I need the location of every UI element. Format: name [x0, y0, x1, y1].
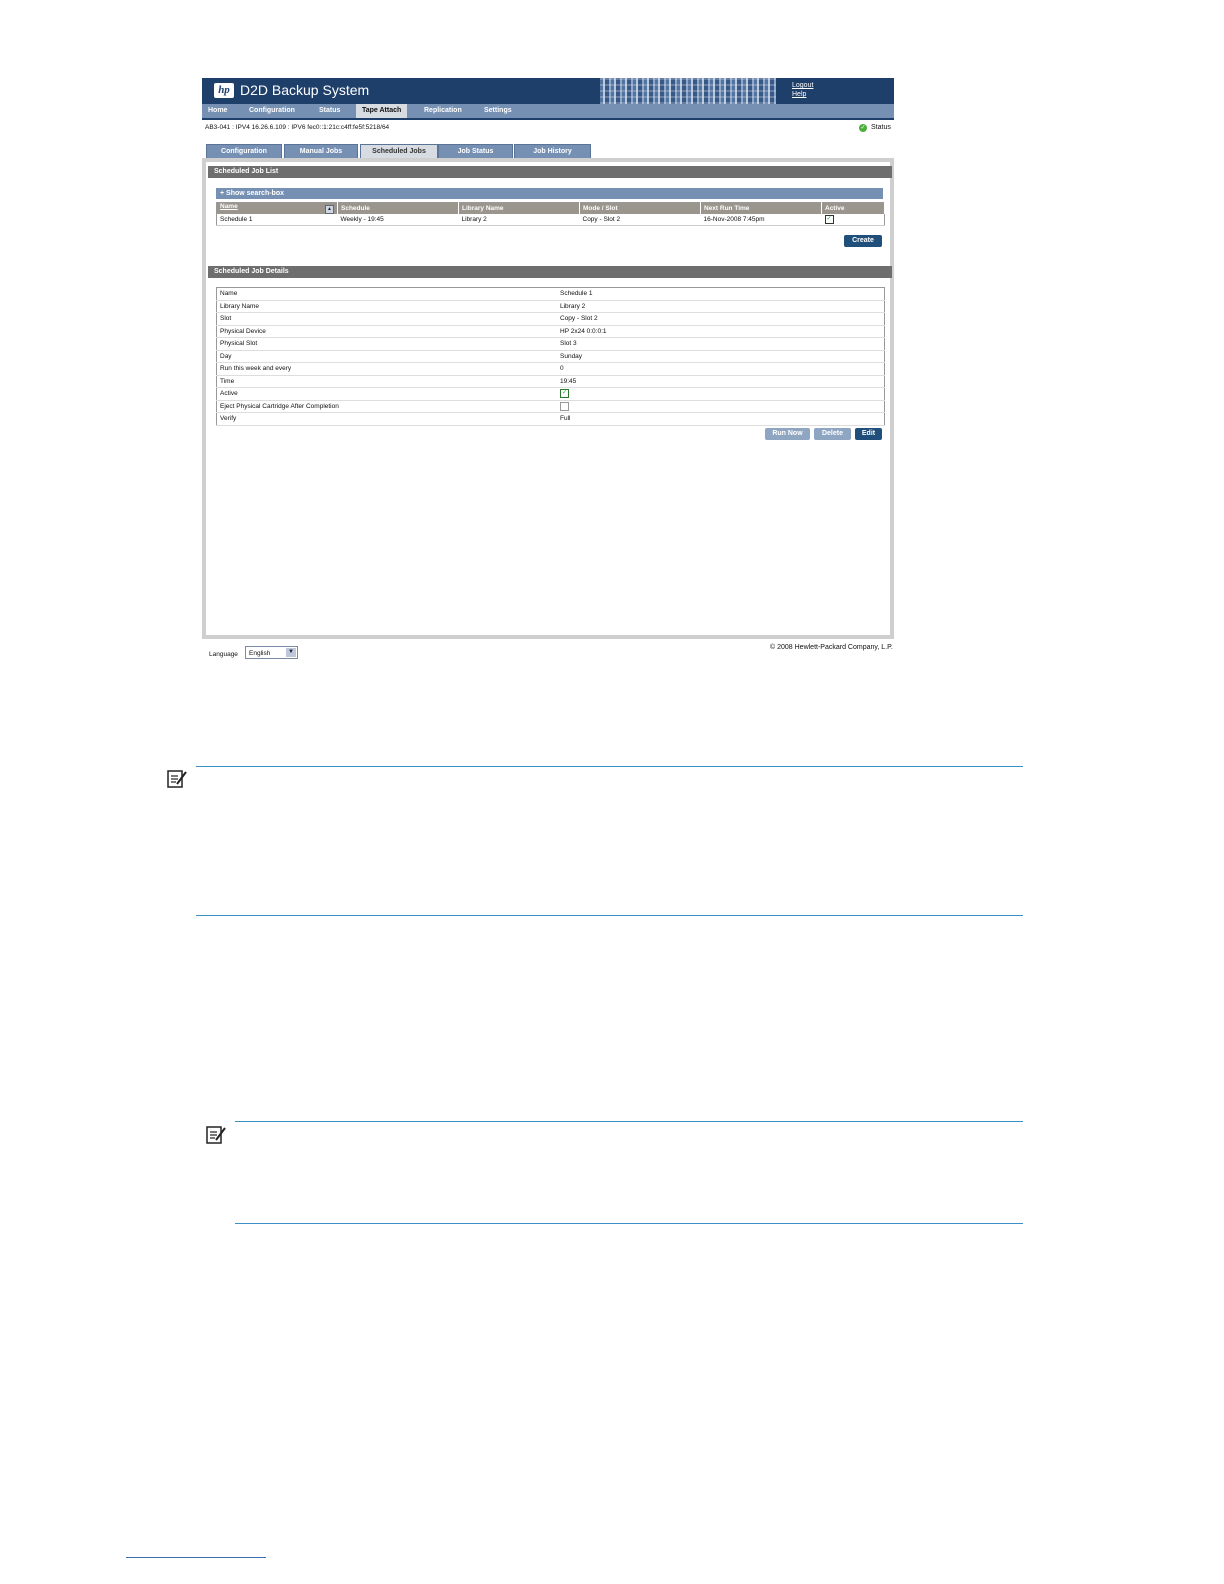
tab-scheduled-jobs[interactable]: Scheduled Jobs	[360, 144, 438, 158]
show-search-box-toggle[interactable]: + Show search-box	[216, 188, 883, 199]
d2d-app-window: hp D2D Backup System Logout Help Home Co…	[202, 78, 894, 662]
detail-label: Eject Physical Cartridge After Completio…	[216, 400, 557, 413]
detail-value: HP 2x24 0:0:0:1	[557, 325, 885, 338]
detail-label: Run this week and every	[216, 362, 557, 376]
note-icon	[206, 1126, 226, 1144]
hp-logo-icon: hp	[214, 83, 234, 98]
dropdown-arrow-icon[interactable]: ▼	[286, 648, 296, 657]
status-link[interactable]: Status	[871, 124, 891, 131]
note-icon	[167, 770, 187, 788]
job-list-section-title: Scheduled Job List	[208, 166, 892, 178]
detail-label: Library Name	[216, 300, 557, 313]
detail-value: Full	[557, 412, 885, 426]
tab-manual-jobs[interactable]: Manual Jobs	[284, 144, 358, 158]
note-rule-bottom	[196, 915, 1023, 916]
column-header-library-name: Library Name	[458, 202, 580, 214]
detail-label: Name	[216, 287, 557, 301]
detail-row: Name Schedule 1	[216, 287, 885, 301]
copyright-text: © 2008 Hewlett-Packard Company, L.P.	[770, 644, 893, 651]
column-header-next-run-time: Next Run Time	[700, 202, 822, 214]
language-select[interactable]: English ▼	[245, 646, 298, 659]
note-rule-top	[235, 1121, 1023, 1122]
detail-label: Active	[216, 387, 557, 401]
app-header: hp D2D Backup System Logout Help	[202, 78, 894, 104]
detail-row: Day Sunday	[216, 350, 885, 363]
detail-value: Sunday	[557, 350, 885, 363]
detail-label: Verify	[216, 412, 557, 426]
tab-configuration[interactable]: Configuration	[206, 144, 282, 158]
detail-row: Eject Physical Cartridge After Completio…	[216, 400, 885, 413]
job-details-table: Name Schedule 1 Library Name Library 2 Slo…	[216, 287, 885, 426]
column-header-schedule: Schedule	[337, 202, 459, 214]
job-details-section-title: Scheduled Job Details	[208, 266, 892, 278]
detail-label: Slot	[216, 312, 557, 326]
checkbox-checked-icon: ✓	[824, 215, 834, 224]
scheduled-job-table: Name ▲ Schedule Library Name Mode / Slot…	[216, 202, 885, 226]
note-rule-bottom	[235, 1223, 1023, 1224]
menu-status[interactable]: Status	[313, 104, 346, 118]
detail-row: Active ✓	[216, 387, 885, 401]
language-label: Language	[209, 651, 238, 658]
detail-row: Physical Slot Slot 3	[216, 337, 885, 351]
detail-row: Slot Copy - Slot 2	[216, 312, 885, 326]
logout-link[interactable]: Logout	[792, 82, 813, 89]
detail-value: Copy - Slot 2	[557, 312, 885, 326]
detail-row: Run this week and every 0	[216, 362, 885, 376]
column-header-mode-slot: Mode / Slot	[579, 202, 701, 214]
table-row[interactable]: Schedule 1 Weekly - 19:45 Library 2 Copy…	[216, 214, 885, 226]
detail-value: Library 2	[557, 300, 885, 313]
detail-value: 0	[557, 362, 885, 376]
table-header-row: Name ▲ Schedule Library Name Mode / Slot…	[216, 202, 885, 214]
cell-active: ✓	[821, 214, 885, 226]
cell-mode-slot: Copy - Slot 2	[579, 214, 701, 226]
detail-label: Time	[216, 375, 557, 388]
column-header-active: Active	[821, 202, 885, 214]
content-panel: Scheduled Job List + Show search-box Nam…	[202, 158, 894, 639]
tab-job-history[interactable]: Job History	[514, 144, 591, 158]
menu-tape-attach[interactable]: Tape Attach	[356, 104, 408, 118]
menu-settings[interactable]: Settings	[478, 104, 518, 118]
cell-next-run-time: 16-Nov-2008 7:45pm	[700, 214, 822, 226]
language-select-value: English	[249, 650, 271, 657]
cell-schedule: Weekly - 19:45	[337, 214, 459, 226]
detail-row: Verify Full	[216, 412, 885, 426]
column-header-name[interactable]: Name ▲	[216, 202, 338, 214]
note-rule-top	[196, 766, 1023, 767]
create-button[interactable]: Create	[844, 235, 882, 247]
main-menu: Home Configuration Status Tape Attach Re…	[202, 104, 894, 120]
run-now-button[interactable]: Run Now	[765, 428, 810, 440]
delete-button[interactable]: Delete	[814, 428, 851, 440]
ip-info: AB3-041 : IPV4 16.26.6.109 : IPV6 fec0::…	[205, 124, 390, 131]
detail-label: Physical Slot	[216, 337, 557, 351]
tab-job-status[interactable]: Job Status	[438, 144, 513, 158]
cell-library-name: Library 2	[458, 214, 580, 226]
status-ok-icon: ✓	[859, 124, 867, 132]
help-link[interactable]: Help	[792, 91, 806, 98]
detail-value-eject	[557, 400, 885, 413]
detail-row: Physical Device HP 2x24 0:0:0:1	[216, 325, 885, 338]
edit-button[interactable]: Edit	[855, 428, 882, 440]
checkbox-unchecked-icon	[560, 401, 569, 411]
detail-value: Schedule 1	[557, 287, 885, 301]
page-footer-rule	[126, 1557, 266, 1558]
menu-replication[interactable]: Replication	[418, 104, 468, 118]
menu-configuration[interactable]: Configuration	[243, 104, 301, 118]
detail-value: Slot 3	[557, 337, 885, 351]
checkbox-checked-icon: ✓	[560, 389, 569, 399]
column-header-name-label: Name	[220, 203, 238, 210]
menu-home[interactable]: Home	[202, 104, 233, 118]
cell-name: Schedule 1	[216, 214, 338, 226]
header-banner-image	[600, 78, 776, 104]
detail-row: Time 19:45	[216, 375, 885, 388]
sort-icon[interactable]: ▲	[325, 205, 334, 214]
detail-row: Library Name Library 2	[216, 300, 885, 313]
detail-label: Physical Device	[216, 325, 557, 338]
detail-value-active: ✓	[557, 387, 885, 401]
app-title: D2D Backup System	[240, 82, 370, 98]
detail-label: Day	[216, 350, 557, 363]
detail-value: 19:45	[557, 375, 885, 388]
